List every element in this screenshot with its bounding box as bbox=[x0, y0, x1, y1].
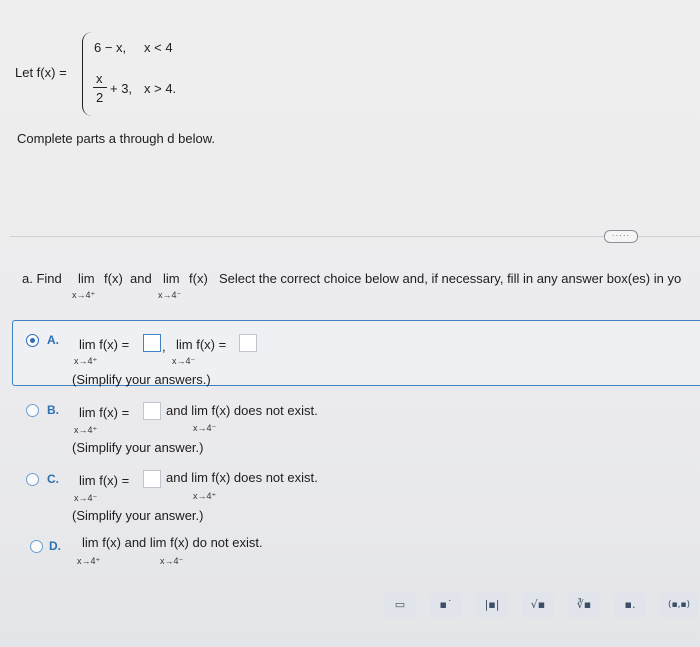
instruction-text: Complete parts a through d below. bbox=[17, 131, 216, 146]
choice-c-limit: lim f(x) = bbox=[79, 473, 130, 488]
choice-b-limit: lim f(x) = bbox=[79, 405, 130, 420]
fraction-icon[interactable]: ▭ bbox=[384, 592, 416, 618]
choice-c-sub1: x→4⁻ bbox=[74, 493, 98, 503]
choice-c-letter: C. bbox=[47, 472, 59, 486]
lim-subscript-right: x→4⁺ bbox=[72, 290, 96, 300]
math-toolbar: ▭ ▪˙ |▪| √▪ ∛▪ ▪. (▪,▪) bbox=[384, 592, 700, 626]
absolute-value-icon[interactable]: |▪| bbox=[476, 592, 508, 618]
lim-word: lim bbox=[78, 271, 95, 286]
square-root-icon[interactable]: √▪ bbox=[522, 592, 554, 618]
choice-a-limit-left: lim f(x) = bbox=[176, 337, 227, 352]
piecewise-brace bbox=[82, 32, 93, 116]
piece2-condition: x > 4. bbox=[144, 81, 177, 96]
choice-b-note: (Simplify your answer.) bbox=[72, 440, 204, 455]
piece2-numerator: x bbox=[96, 71, 103, 86]
choice-b-tail: and lim f(x) does not exist. bbox=[166, 403, 318, 418]
choice-c-tail: and lim f(x) does not exist. bbox=[166, 470, 318, 485]
choice-c-radio[interactable] bbox=[26, 473, 39, 486]
lim-subscript-left: x→4⁻ bbox=[158, 290, 182, 300]
choice-d-letter: D. bbox=[49, 539, 61, 553]
choice-a-limit-right: lim f(x) = bbox=[79, 337, 130, 352]
choice-a-separator: , bbox=[162, 339, 166, 354]
choice-d-sub2: x→4⁻ bbox=[160, 556, 184, 566]
choice-b-letter: B. bbox=[47, 403, 59, 417]
and-text: and bbox=[130, 271, 152, 286]
answer-box-left-limit[interactable] bbox=[239, 334, 257, 352]
piece1-expression: 6 − x, bbox=[94, 40, 127, 55]
more-button[interactable]: ····· bbox=[604, 230, 638, 243]
section-divider bbox=[10, 236, 700, 237]
choice-a-radio[interactable] bbox=[26, 334, 39, 347]
piece1-condition: x < 4 bbox=[144, 40, 173, 55]
choice-b-sub2: x→4⁻ bbox=[193, 423, 217, 433]
fx-text: f(x) bbox=[189, 271, 208, 286]
lim-word: lim bbox=[163, 271, 180, 286]
choice-d-text: lim f(x) and lim f(x) do not exist. bbox=[82, 535, 263, 550]
superscript-icon[interactable]: ▪˙ bbox=[430, 592, 462, 618]
choice-a-sub2: x→4⁻ bbox=[172, 356, 196, 366]
interval-icon[interactable]: (▪,▪) bbox=[660, 592, 698, 618]
answer-box-b[interactable] bbox=[143, 402, 161, 420]
fx-text: f(x) bbox=[104, 271, 123, 286]
choice-a-note: (Simplify your answers.) bbox=[72, 372, 211, 387]
choice-b-radio[interactable] bbox=[26, 404, 39, 417]
choice-a-letter: A. bbox=[47, 333, 59, 347]
fraction-bar bbox=[93, 87, 107, 88]
part-a-label: a. Find bbox=[22, 271, 62, 286]
piece2-denominator: 2 bbox=[96, 90, 104, 105]
nth-root-icon[interactable]: ∛▪ bbox=[568, 592, 600, 618]
answer-box-c[interactable] bbox=[143, 470, 161, 488]
answer-box-right-limit[interactable] bbox=[143, 334, 161, 352]
choice-b-sub1: x→4⁺ bbox=[74, 425, 98, 435]
choice-c-sub2: x→4⁺ bbox=[193, 491, 217, 501]
choice-d-sub1: x→4⁺ bbox=[77, 556, 101, 566]
problem-prefix: Let f(x) = bbox=[15, 65, 67, 80]
choice-c-note: (Simplify your answer.) bbox=[72, 508, 204, 523]
part-a-instructions: Select the correct choice below and, if … bbox=[219, 271, 682, 286]
choice-a-sub1: x→4⁺ bbox=[74, 356, 98, 366]
choice-d-radio[interactable] bbox=[30, 540, 43, 553]
decimal-icon[interactable]: ▪. bbox=[614, 592, 646, 618]
piece2-rest: + 3, bbox=[110, 81, 133, 96]
